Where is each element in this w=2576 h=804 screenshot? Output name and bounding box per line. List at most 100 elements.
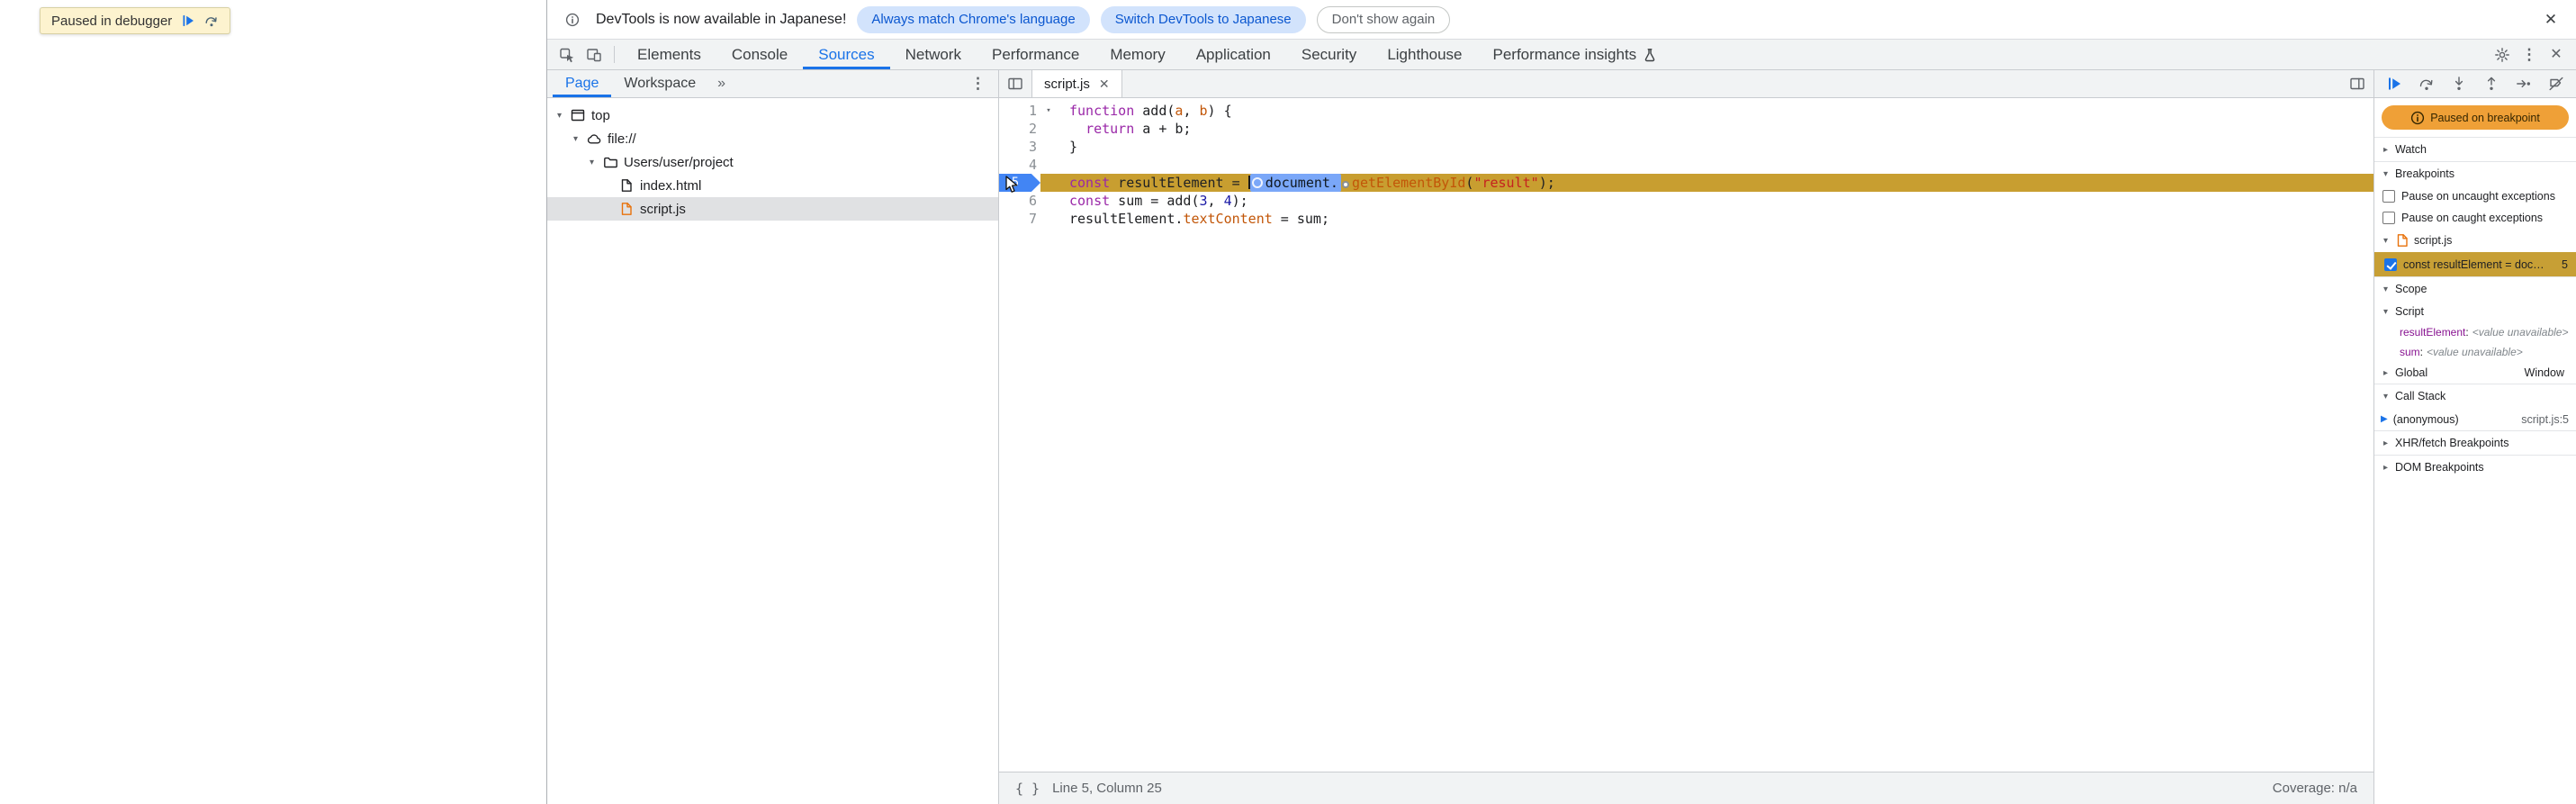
step-into-button[interactable] — [2448, 73, 2470, 95]
tree-item-index-html[interactable]: index.html — [547, 174, 998, 197]
scope-global-header[interactable]: ▸ Global Window — [2374, 362, 2576, 384]
xhr-breakpoints-label: XHR/fetch Breakpoints — [2395, 437, 2509, 449]
tab-elements[interactable]: Elements — [622, 40, 716, 69]
breakpoint-entry[interactable]: const resultElement = doc… 5 — [2374, 252, 2576, 276]
scope-variable: resultElement: <value unavailable> — [2374, 322, 2576, 342]
code-line-content[interactable]: const sum = add(3, 4); — [1057, 192, 2373, 210]
switch-devtools-japanese-button[interactable]: Switch DevTools to Japanese — [1100, 5, 1306, 33]
code-line-content[interactable]: function add(a, b) { — [1057, 102, 2373, 120]
tab-page[interactable]: Page — [553, 70, 612, 97]
more-tabs-icon[interactable]: » — [708, 70, 734, 97]
dom-breakpoints-label: DOM Breakpoints — [2395, 461, 2484, 474]
tab-label: Sources — [818, 45, 875, 63]
tree-item-script-js[interactable]: script.js — [547, 197, 998, 221]
tree-item-file[interactable]: ▾ file:// — [547, 127, 998, 150]
dont-show-again-button[interactable]: Don't show again — [1316, 5, 1451, 33]
tab-console[interactable]: Console — [716, 40, 803, 69]
line-gutter-3[interactable]: 3 — [999, 138, 1057, 156]
scope-variable: sum: <value unavailable> — [2374, 342, 2576, 362]
code-line-content[interactable] — [1057, 156, 2373, 174]
infobar-close-icon[interactable]: ✕ — [2538, 7, 2563, 32]
breakpoint-checkbox[interactable] — [2384, 257, 2397, 271]
toggle-debugger-sidebar-icon[interactable] — [2341, 70, 2373, 97]
code-editor[interactable]: 1 ▾ function add(a, b) { 2 return a + b; 3} 4… — [999, 98, 2373, 772]
code-line-content[interactable]: resultElement.textContent = sum; — [1057, 210, 2373, 228]
tab-label: Elements — [637, 45, 701, 63]
line-gutter-6[interactable]: 6 — [999, 192, 1057, 210]
resume-button[interactable] — [2383, 73, 2405, 95]
paused-banner-label: Paused in debugger — [51, 13, 173, 29]
scope-section-header[interactable]: ▾ Scope — [2374, 276, 2576, 301]
device-toolbar-icon[interactable] — [581, 42, 607, 68]
tab-security[interactable]: Security — [1286, 40, 1372, 69]
navigator-kebab-icon[interactable]: ⋮ — [963, 70, 993, 97]
tab-page-label: Page — [565, 76, 599, 91]
tab-lighthouse[interactable]: Lighthouse — [1372, 40, 1477, 69]
breakpoint-group-header[interactable]: ▾ script.js — [2374, 229, 2576, 252]
step-out-button[interactable] — [2481, 73, 2502, 95]
tree-item-users-user-project[interactable]: ▾ Users/user/project — [547, 150, 998, 174]
breakpoint-flag[interactable]: 5 — [999, 174, 1040, 192]
dom-breakpoints-section-header[interactable]: ▸ DOM Breakpoints — [2374, 455, 2576, 479]
tab-workspace[interactable]: Workspace — [611, 70, 708, 97]
line-number: 2 — [1028, 121, 1037, 137]
tab-network[interactable]: Network — [890, 40, 977, 69]
code-line-4: 4 — [999, 156, 2373, 174]
deactivate-breakpoints-button[interactable] — [2545, 73, 2567, 95]
more-options-kebab-icon[interactable]: ⋮ — [2517, 42, 2542, 68]
settings-gear-icon[interactable] — [2490, 42, 2515, 68]
toggle-navigator-icon[interactable] — [999, 70, 1031, 97]
tree-item-top[interactable]: ▾ top — [547, 104, 998, 127]
code-line-content[interactable]: return a + b; — [1057, 120, 2373, 138]
line-gutter-1[interactable]: 1 ▾ — [999, 102, 1057, 120]
navigator-tabs: Page Workspace » ⋮ — [547, 70, 998, 98]
resume-script-icon[interactable] — [181, 14, 195, 28]
breakpoint-entry-label: const resultElement = doc… — [2403, 257, 2544, 271]
always-match-language-button[interactable]: Always match Chrome's language — [857, 5, 1090, 33]
line-gutter-7[interactable]: 7 — [999, 210, 1057, 228]
editor-tab-close-icon[interactable]: ✕ — [1099, 77, 1110, 92]
line-gutter-5[interactable]: 5 — [999, 174, 1057, 192]
tree-item-label: index.html — [640, 177, 702, 194]
line-number: 4 — [1028, 157, 1037, 173]
tab-label: Performance insights — [1492, 45, 1637, 63]
step-over-icon[interactable] — [204, 14, 219, 28]
code-line-6: 6 const sum = add(3, 4); — [999, 192, 2373, 210]
line-gutter-2[interactable]: 2 — [999, 120, 1057, 138]
tab-performance-insights[interactable]: Performance insights — [1478, 40, 1673, 69]
breakpoints-section-header[interactable]: ▾ Breakpoints — [2374, 161, 2576, 185]
tab-workspace-label: Workspace — [624, 76, 697, 91]
code-line-content[interactable]: } — [1057, 138, 2373, 156]
deactivate-breakpoints-icon — [2548, 76, 2564, 92]
line-gutter-4[interactable]: 4 — [999, 156, 1057, 174]
tab-memory[interactable]: Memory — [1094, 40, 1180, 69]
resume-icon — [2386, 76, 2402, 92]
pretty-print-icon[interactable]: { } — [1015, 781, 1040, 797]
scope-script-header[interactable]: ▾ Script — [2374, 301, 2576, 322]
call-stack-section-header[interactable]: ▾ Call Stack — [2374, 384, 2576, 408]
pause-on-uncaught-checkbox[interactable] — [2382, 190, 2395, 203]
expander-icon: ▾ — [2382, 168, 2389, 179]
tab-label: Console — [731, 45, 788, 63]
tab-performance[interactable]: Performance — [977, 40, 1094, 69]
expander-icon: ▸ — [2382, 462, 2389, 473]
inspect-element-icon[interactable] — [554, 42, 580, 68]
expander-icon: ▸ — [2382, 367, 2389, 378]
step-over-button[interactable] — [2416, 73, 2437, 95]
call-stack-frame[interactable]: ▶ (anonymous) script.js:5 — [2374, 408, 2576, 430]
editor-tab-script-js[interactable]: script.js ✕ — [1031, 70, 1122, 97]
xhr-breakpoints-section-header[interactable]: ▸ XHR/fetch Breakpoints — [2374, 430, 2576, 455]
tab-sources[interactable]: Sources — [803, 40, 890, 69]
devtools-close-icon[interactable]: ✕ — [2544, 42, 2569, 68]
step-into-icon — [2451, 76, 2467, 92]
watch-section-header[interactable]: ▸ Watch — [2374, 137, 2576, 161]
tab-application[interactable]: Application — [1181, 40, 1286, 69]
pause-on-caught-checkbox[interactable] — [2382, 212, 2395, 224]
cursor-position-label: Line 5, Column 25 — [1052, 781, 1162, 796]
code-line-content[interactable]: const resultElement = document. getElemen… — [1057, 174, 2373, 192]
scope-label: Scope — [2395, 283, 2427, 295]
tab-label: Lighthouse — [1387, 45, 1463, 63]
step-button[interactable] — [2513, 73, 2535, 95]
info-icon — [2410, 111, 2425, 125]
pause-on-uncaught-label: Pause on uncaught exceptions — [2401, 190, 2555, 203]
